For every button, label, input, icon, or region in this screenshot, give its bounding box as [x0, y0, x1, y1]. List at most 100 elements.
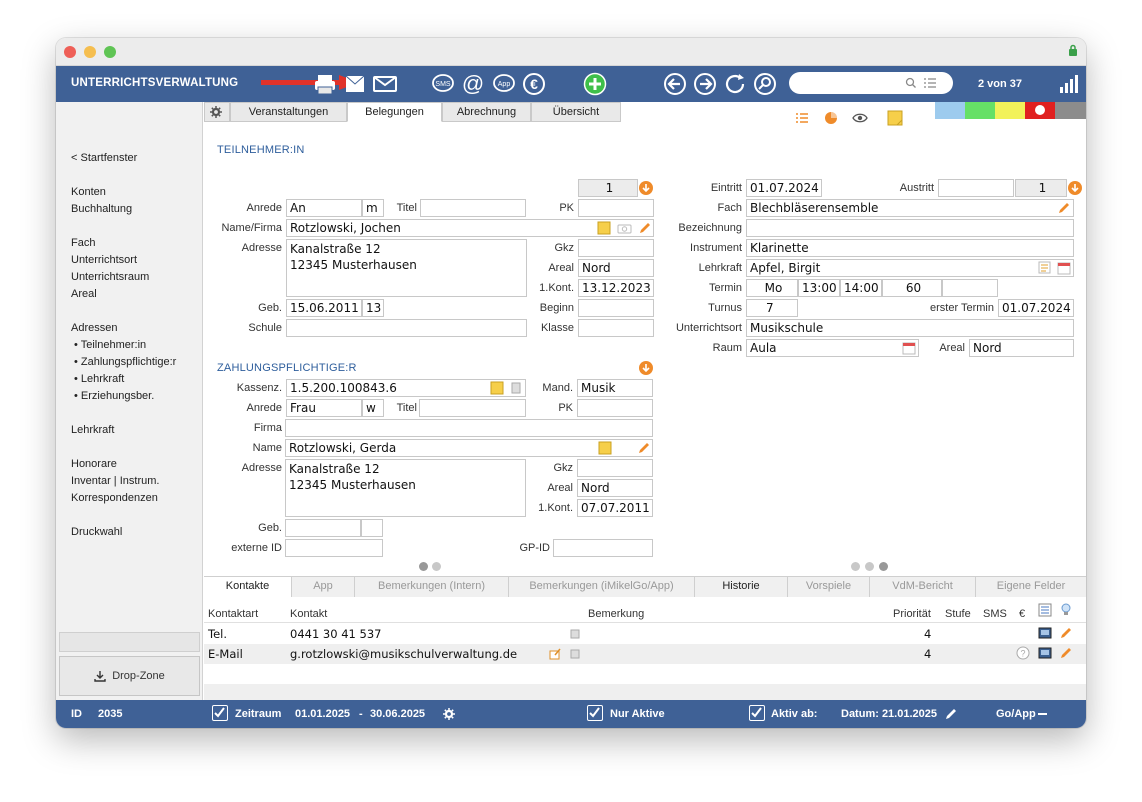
minimize-window-button[interactable] [84, 46, 96, 58]
sidebar-item-areal[interactable]: Areal [71, 288, 97, 300]
row-doc-icon[interactable] [570, 649, 580, 659]
fach-pencil-icon[interactable] [1057, 201, 1071, 215]
note-icon[interactable] [597, 221, 611, 235]
color-swatch-red[interactable] [1025, 102, 1055, 119]
mand-field[interactable]: Musik [577, 379, 653, 397]
doc-icon[interactable] [510, 382, 522, 394]
bezeichnung-field[interactable] [746, 219, 1074, 237]
tab-historie[interactable]: Historie [695, 577, 788, 597]
datum-pencil-icon[interactable] [944, 707, 958, 721]
tab-abrechnung[interactable]: Abrechnung [442, 102, 531, 122]
table-row[interactable]: E-Mail g.rotzlowski@musikschulverwaltung… [204, 644, 1086, 664]
app-icon[interactable]: App [492, 72, 516, 96]
sticky-note-icon[interactable] [887, 110, 903, 126]
payer-adresse-field[interactable]: Kanalstraße 12 12345 Musterhausen [285, 459, 526, 517]
search-icon[interactable] [753, 72, 777, 96]
termin-day-field[interactable]: Mo [746, 279, 798, 297]
table-row[interactable]: Tel. 0441 30 41 537 4 [204, 624, 1086, 644]
mail-icon[interactable] [372, 72, 398, 96]
add-icon[interactable] [583, 72, 607, 96]
payer-areal-field[interactable]: Nord [577, 479, 653, 497]
sidebar-item-erziehungsber[interactable]: • Erziehungsber. [74, 390, 154, 402]
color-swatch-gray[interactable] [1055, 102, 1086, 119]
status-gear-icon[interactable] [442, 707, 456, 721]
raum-field[interactable]: Aula [746, 339, 919, 357]
tab-kontakte[interactable]: Kontakte [204, 577, 292, 597]
sidebar-item-druckwahl[interactable]: Druckwahl [71, 526, 122, 538]
firma-field[interactable] [285, 419, 653, 437]
tab-bemerkungen-app[interactable]: Bemerkungen (iMikelGo/App) [509, 577, 695, 597]
sidebar-item-lehrkraft[interactable]: Lehrkraft [71, 424, 114, 436]
nur-aktive-checkbox[interactable] [587, 705, 603, 721]
zeitraum-checkbox[interactable] [212, 705, 228, 721]
adresse-field[interactable]: Kanalstraße 12 12345 Musterhausen [286, 239, 527, 297]
pk-field[interactable] [578, 199, 654, 217]
turnus-field[interactable]: 7 [746, 299, 798, 317]
payer-geb-field[interactable] [285, 519, 361, 537]
list-doc-icon[interactable] [1038, 261, 1051, 274]
letter-icon[interactable] [343, 72, 367, 96]
list-view-icon[interactable] [795, 112, 809, 124]
row-pencil-icon[interactable] [1059, 626, 1073, 640]
payer-kont-field[interactable]: 07.07.2011 [577, 499, 653, 517]
page-dot[interactable] [879, 562, 888, 571]
tab-bemerkungen-intern[interactable]: Bemerkungen (Intern) [355, 577, 509, 597]
zoom-window-button[interactable] [104, 46, 116, 58]
termin-extra-field[interactable] [942, 279, 998, 297]
row-pencil-icon[interactable] [1059, 646, 1073, 660]
drop-zone[interactable]: Drop-Zone [59, 656, 200, 696]
card-icon[interactable] [1038, 627, 1052, 639]
titel-field[interactable] [420, 199, 526, 217]
sidebar-item-zahlungspflichtige[interactable]: • Zahlungspflichtige:r [74, 356, 176, 368]
sidebar-item-konten[interactable]: Konten [71, 186, 106, 198]
austritt-field[interactable] [938, 179, 1014, 197]
payer-gender-field[interactable]: w [362, 399, 384, 417]
calendar-icon[interactable] [1057, 261, 1071, 275]
lehrkraft-field[interactable]: Apfel, Birgit [746, 259, 1074, 277]
page-dot[interactable] [432, 562, 441, 571]
minus-icon[interactable] [1038, 713, 1047, 715]
at-icon[interactable]: @ [461, 72, 485, 96]
lightbulb-icon[interactable] [1060, 603, 1072, 617]
termin-start-field[interactable]: 13:00 [798, 279, 840, 297]
color-swatch-yellow[interactable] [995, 102, 1025, 119]
externe-field[interactable] [285, 539, 383, 557]
back-arrow-icon[interactable] [663, 72, 687, 96]
settings-tab[interactable] [204, 102, 230, 122]
payer-note-icon[interactable] [490, 381, 504, 395]
euro-icon[interactable]: € [522, 72, 546, 96]
erster-termin-field[interactable]: 01.07.2024 [998, 299, 1074, 317]
card-icon[interactable] [1038, 647, 1052, 659]
tab-veranstaltungen[interactable]: Veranstaltungen [230, 102, 347, 122]
sidebar-item-korrespondenzen[interactable]: Korrespondenzen [71, 492, 158, 504]
datum-label[interactable]: Datum: 21.01.2025 [841, 708, 937, 720]
booking-down-icon[interactable] [1067, 180, 1083, 196]
print-icon[interactable] [313, 72, 337, 96]
tab-vorspiele[interactable]: Vorspiele [788, 577, 870, 597]
tab-vdm-bericht[interactable]: VdM-Bericht [870, 577, 976, 597]
instrument-field[interactable]: Klarinette [746, 239, 1074, 257]
fach-field[interactable]: Blechbläserensemble [746, 199, 1074, 217]
color-swatch-blue[interactable] [935, 102, 965, 119]
page-dot[interactable] [851, 562, 860, 571]
klasse-field[interactable] [578, 319, 654, 337]
help-icon[interactable]: ? [1016, 646, 1030, 660]
raum-calendar-icon[interactable] [902, 341, 916, 355]
camera-icon[interactable] [617, 222, 632, 234]
orange-down-icon[interactable] [638, 180, 654, 196]
list-options-icon[interactable] [923, 77, 937, 89]
gkz-field[interactable] [578, 239, 654, 257]
sidebar-item-adressen[interactable]: Adressen [71, 322, 117, 334]
table-list-icon[interactable] [1038, 603, 1052, 617]
row-doc-icon[interactable] [570, 629, 580, 639]
sms-icon[interactable]: SMS [431, 72, 455, 96]
search-input[interactable] [789, 72, 953, 94]
refresh-icon[interactable] [723, 72, 747, 96]
color-swatch-green[interactable] [965, 102, 995, 119]
payer-name-note-icon[interactable] [598, 441, 612, 455]
payer-titel-field[interactable] [419, 399, 526, 417]
geb-field[interactable]: 15.06.2011 [286, 299, 362, 317]
payer-anrede-field[interactable]: Frau [286, 399, 362, 417]
sidebar-item-fach[interactable]: Fach [71, 237, 95, 249]
payer-pencil-icon[interactable] [637, 441, 651, 455]
